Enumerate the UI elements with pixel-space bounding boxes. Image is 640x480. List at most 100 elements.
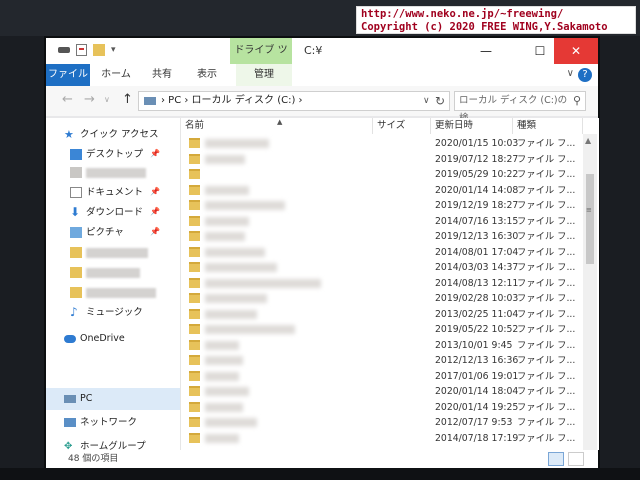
scroll-up-icon[interactable]: ▲ xyxy=(585,136,591,145)
music-icon: ♪ xyxy=(70,305,78,319)
table-row[interactable]: 2020/01/15 10:03 ファイル フ... xyxy=(181,136,583,151)
nav-item-hidden[interactable] xyxy=(70,164,146,182)
column-header-type[interactable]: 種類 xyxy=(513,118,583,134)
tab-view[interactable]: 表示 xyxy=(189,64,225,86)
table-row[interactable]: 2020/01/14 19:25 ファイル フ... xyxy=(181,400,583,415)
cell-type: ファイル フ... xyxy=(517,215,576,227)
table-row[interactable]: 2013/10/01 9:45 ファイル フ... xyxy=(181,338,583,353)
up-button[interactable]: ↑ xyxy=(122,92,133,107)
column-header-size[interactable]: サイズ xyxy=(373,118,431,134)
search-icon[interactable]: ⚲ xyxy=(573,92,581,110)
nav-music[interactable]: ♪ ミュージック xyxy=(70,304,143,322)
table-row[interactable]: 2014/07/18 17:19 ファイル フ... xyxy=(181,431,583,446)
table-row[interactable]: 2013/02/25 11:04 ファイル フ... xyxy=(181,307,583,322)
pin-icon[interactable]: 📌 xyxy=(150,187,160,196)
drive-tools-tab[interactable]: ドライブ ツール xyxy=(230,38,292,82)
cell-date: 2019/05/29 10:22 xyxy=(435,169,519,180)
network-icon xyxy=(64,418,76,427)
table-row[interactable]: 2012/12/13 16:36 ファイル フ... xyxy=(181,353,583,368)
table-row[interactable]: 2019/05/22 10:52 ファイル フ... xyxy=(181,322,583,337)
watermark-url: http://www.neko.ne.jp/~freewing/ xyxy=(361,8,564,20)
scrollbar-thumb[interactable] xyxy=(586,174,594,264)
blurred-filename xyxy=(205,232,245,241)
vertical-scrollbar[interactable]: ▲ ≡ xyxy=(583,134,597,450)
drive-icon[interactable] xyxy=(58,47,70,53)
table-row[interactable]: 2014/08/13 12:11 ファイル フ... xyxy=(181,276,583,291)
table-row[interactable]: 2014/03/03 14:37 ファイル フ... xyxy=(181,260,583,275)
table-row[interactable]: 2019/12/19 18:27 ファイル フ... xyxy=(181,198,583,213)
forward-button[interactable]: → xyxy=(84,92,95,107)
window-title: C:¥ xyxy=(304,44,323,57)
chevron-down-icon[interactable]: ∨ xyxy=(423,92,430,110)
cell-type: ファイル フ... xyxy=(517,262,576,273)
nav-desktop[interactable]: デスクトップ xyxy=(70,146,143,164)
nav-pictures[interactable]: ピクチャ xyxy=(70,224,124,242)
column-header-date[interactable]: 更新日時 xyxy=(431,118,513,134)
customize-toolbar-icon[interactable]: ▾ xyxy=(111,45,116,55)
nav-quick-access[interactable]: ★ クイック アクセス xyxy=(64,126,159,144)
nav-label: ドキュメント xyxy=(86,187,144,198)
nav-folder-hidden-1[interactable] xyxy=(70,244,148,262)
nav-label: ダウンロード xyxy=(86,207,144,218)
expand-ribbon-icon[interactable]: ∨ xyxy=(567,68,574,79)
address-bar[interactable]: › PC › ローカル ディスク (C:) › ∨ ↻ xyxy=(138,91,450,111)
pin-icon[interactable]: 📌 xyxy=(150,207,160,216)
minimize-button[interactable]: — xyxy=(464,38,508,64)
pin-icon[interactable]: 📌 xyxy=(150,149,160,158)
folder-icon xyxy=(189,246,200,257)
folder-icon xyxy=(70,247,82,258)
refresh-icon[interactable]: ↻ xyxy=(435,92,445,110)
explorer-window: ▾ ドライブ ツール C:¥ — ☐ ✕ ファイル ホーム 共有 表示 管理 ∨… xyxy=(46,38,599,468)
nav-network[interactable]: ネットワーク xyxy=(64,414,137,432)
pin-icon[interactable]: 📌 xyxy=(150,227,160,236)
breadcrumb[interactable]: › PC › ローカル ディスク (C:) › xyxy=(161,92,303,110)
folder-icon xyxy=(189,355,200,365)
table-row[interactable]: 2012/07/17 9:53 ファイル フ... xyxy=(181,415,583,430)
table-row[interactable]: 2019/05/29 10:22 ファイル フ... xyxy=(181,167,583,182)
folder-icon xyxy=(189,277,200,288)
nav-downloads[interactable]: ⬇ ダウンロード xyxy=(70,204,143,222)
cell-type: ファイル フ... xyxy=(517,401,576,413)
table-row[interactable]: 2019/02/28 10:03 ファイル フ... xyxy=(181,291,583,306)
cell-type: ファイル フ... xyxy=(517,184,576,196)
table-row[interactable]: 2020/01/14 14:08 ファイル フ... xyxy=(181,183,583,198)
tab-share[interactable]: 共有 xyxy=(144,64,180,86)
table-row[interactable]: 2017/01/06 19:01 ファイル フ... xyxy=(181,369,583,384)
blurred-filename xyxy=(205,263,277,272)
large-icons-view-button[interactable] xyxy=(568,452,584,466)
nav-homegroup[interactable]: ✥ ホームグループ xyxy=(64,438,146,450)
table-row[interactable]: 2014/08/01 17:04 ファイル フ... xyxy=(181,245,583,260)
folder-icon xyxy=(189,138,200,148)
nav-onedrive[interactable]: OneDrive xyxy=(64,330,125,348)
table-row[interactable]: 2020/01/14 18:04 ファイル フ... xyxy=(181,384,583,399)
blurred-filename xyxy=(205,433,239,443)
properties-icon[interactable] xyxy=(76,44,87,56)
cell-date: 2014/08/13 12:11 xyxy=(435,277,519,289)
table-row[interactable]: 2019/07/12 18:27 ファイル フ... xyxy=(181,152,583,167)
new-folder-icon[interactable] xyxy=(93,44,105,56)
nav-label: OneDrive xyxy=(80,333,125,344)
folder-icon xyxy=(189,401,200,412)
recent-locations-icon[interactable]: ∨ xyxy=(104,95,110,104)
tab-manage[interactable]: 管理 xyxy=(236,64,292,86)
close-button[interactable]: ✕ xyxy=(554,38,598,64)
tab-home[interactable]: ホーム xyxy=(98,64,134,86)
search-input[interactable]: ローカル ディスク (C:)の検... ⚲ xyxy=(454,91,586,124)
help-icon[interactable]: ? xyxy=(578,68,592,82)
nav-folder-hidden-2[interactable] xyxy=(70,264,140,282)
table-row[interactable]: 2014/07/16 13:15 ファイル フ... xyxy=(181,214,583,229)
nav-folder-hidden-3[interactable] xyxy=(70,284,156,302)
cell-date: 2020/01/14 19:25 xyxy=(435,401,519,413)
homegroup-icon: ✥ xyxy=(64,441,73,450)
nav-pc[interactable]: PC xyxy=(64,390,92,408)
tab-file[interactable]: ファイル xyxy=(46,64,90,86)
table-row[interactable]: 2019/12/13 16:30 ファイル フ... xyxy=(181,229,583,244)
back-button[interactable]: ← xyxy=(62,92,73,107)
details-view-button[interactable] xyxy=(548,452,564,466)
folder-icon xyxy=(189,231,200,241)
nav-documents[interactable]: ドキュメント xyxy=(70,184,143,202)
folder-icon xyxy=(189,308,200,319)
ribbon-tabs: ファイル ホーム 共有 表示 管理 ∨ ? xyxy=(46,64,598,87)
cell-date: 2014/08/01 17:04 xyxy=(435,246,519,258)
cell-type: ファイル フ... xyxy=(517,169,576,180)
